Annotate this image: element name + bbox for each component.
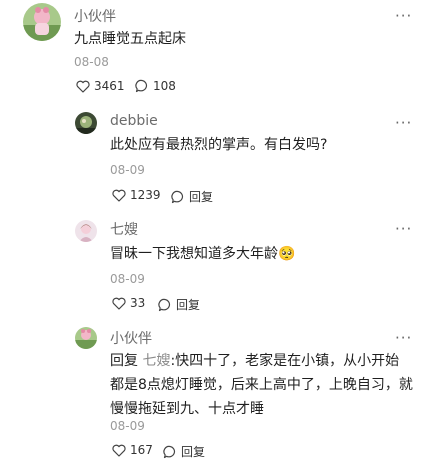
reply-button[interactable]: 回复: [163, 443, 205, 460]
comment-text-body: 冒昧一下我想知道多大年龄: [110, 246, 278, 262]
pleading-face-emoji: 🥺: [278, 246, 296, 262]
like-button[interactable]: 1239: [112, 188, 161, 202]
commenter-name[interactable]: 小伙伴: [74, 6, 116, 26]
avatar-image: [75, 220, 97, 242]
comment-line: 回复 七嫂:快四十了，老家是在小镇，从小开始: [110, 349, 410, 373]
avatar-image: [75, 112, 97, 134]
avatar[interactable]: [75, 220, 97, 242]
like-count: 1239: [130, 188, 161, 202]
reply-label: 回复: [181, 445, 206, 459]
reply-count: 108: [153, 79, 176, 93]
comment-text-line3: 慢慢拖延到九、十点才睡: [110, 401, 264, 417]
commenter-name[interactable]: 七嫂: [110, 219, 138, 239]
heart-icon: [76, 80, 90, 93]
reply-label: 回复: [189, 190, 214, 204]
more-options-icon[interactable]: ···: [395, 9, 412, 24]
avatar-image: [75, 327, 97, 349]
comment-text: 此处应有最热烈的掌声。有白发吗?: [110, 137, 328, 153]
comment-date: 08-08: [74, 55, 109, 69]
more-options-icon[interactable]: ···: [395, 331, 412, 346]
comment-bubble-icon: [163, 445, 176, 458]
comment-bubble-icon: [135, 79, 148, 93]
like-count: 167: [130, 443, 153, 457]
reply-label: 回复: [176, 298, 201, 312]
heart-icon: [112, 189, 126, 202]
avatar-image: [23, 3, 61, 41]
commenter-name[interactable]: debbie: [110, 113, 158, 129]
reply-prefix: 回复: [110, 353, 138, 369]
heart-icon: [112, 444, 126, 457]
reply-button[interactable]: 回复: [158, 296, 200, 313]
comment-date: 08-09: [110, 419, 145, 433]
commenter-name[interactable]: 小伙伴: [110, 328, 152, 348]
comment-text: 九点睡觉五点起床: [74, 31, 186, 47]
avatar[interactable]: [75, 327, 97, 349]
heart-icon: [112, 297, 126, 310]
avatar[interactable]: [75, 112, 97, 134]
comment-date: 08-09: [110, 272, 145, 286]
comment-date: 08-09: [110, 163, 145, 177]
like-button[interactable]: 33: [112, 296, 145, 310]
comment-bubble-icon: [171, 190, 184, 203]
like-count: 33: [130, 296, 146, 310]
comment-text: 冒昧一下我想知道多大年龄🥺: [110, 242, 295, 266]
more-options-icon[interactable]: ···: [395, 116, 412, 131]
comment-text: 回复 七嫂:快四十了，老家是在小镇，从小开始 都是8点熄灯睡觉，后来上高中了，上…: [110, 349, 413, 421]
like-button[interactable]: 3461: [76, 79, 125, 93]
like-button[interactable]: 167: [112, 443, 153, 457]
more-options-icon[interactable]: ···: [395, 222, 412, 237]
comment-text-line2: 都是8点熄灯睡觉，后来上高中了，上晚自习，就: [110, 377, 413, 393]
comment-bubble-icon: [158, 298, 171, 311]
reply-button[interactable]: 回复: [171, 188, 213, 205]
comment-text-line1: :快四十了，老家是在小镇，从小开始: [170, 353, 400, 369]
avatar[interactable]: [23, 3, 61, 41]
reply-count-button[interactable]: 108: [135, 79, 176, 93]
mention-link[interactable]: 七嫂: [142, 353, 170, 369]
like-count: 3461: [94, 79, 125, 93]
